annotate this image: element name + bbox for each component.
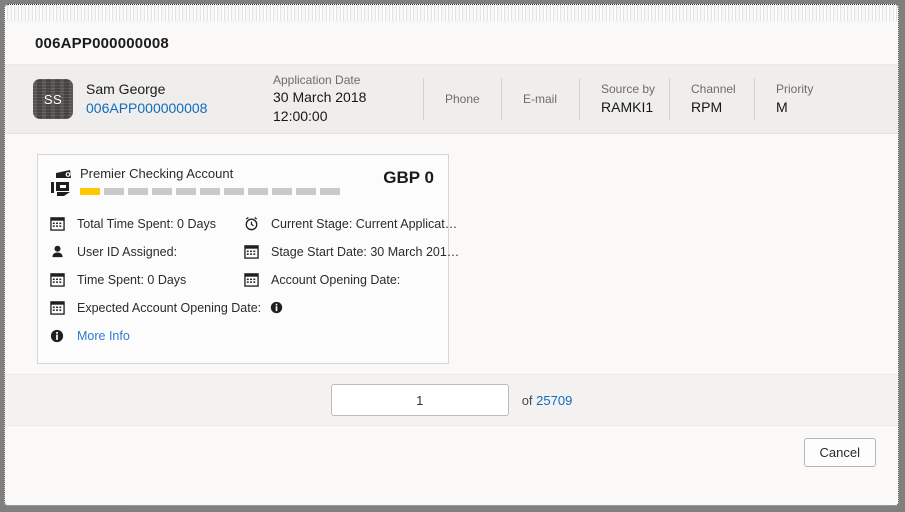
applicant-id-link[interactable]: 006APP000000008 [86, 99, 207, 118]
detail-text: Expected Account Opening Date: [77, 300, 262, 315]
info-icon [50, 329, 70, 343]
amount-value: GBP 0 [383, 168, 434, 187]
total-pages-link[interactable]: 25709 [536, 393, 572, 408]
detail-text: Current Stage: Current Applicat… [271, 216, 458, 231]
pagination-total: of 25709 [522, 393, 573, 408]
stage-progress-bar [80, 188, 375, 196]
product-name: Premier Checking Account [80, 166, 234, 181]
application-card[interactable]: Premier Checking Account GBP 0 Total Tim… [37, 154, 459, 364]
progress-segment-empty [200, 188, 220, 196]
cancel-button[interactable]: Cancel [803, 438, 876, 467]
detail-current-stage: Current Stage: Current Applicat… [244, 216, 459, 231]
calendar-icon [50, 216, 70, 231]
progress-segment-empty [104, 188, 124, 196]
progress-segment-empty [176, 188, 196, 196]
field-phone: Phone [423, 65, 501, 133]
of-label: of [521, 392, 533, 408]
detail-text: User ID Assigned: [77, 244, 178, 259]
detail-text: Stage Start Date: 30 March 201… [271, 244, 460, 259]
modal-title-bar: 006APP000000008 [5, 22, 898, 64]
field-label: Priority [776, 82, 814, 97]
field-value: RPM [691, 98, 723, 115]
progress-segment-empty [224, 188, 244, 196]
detail-account-opening-date: Account Opening Date: [244, 272, 459, 287]
field-label: Application Date [273, 73, 361, 88]
field-value: RAMKI1 [601, 98, 654, 115]
modal-body: Premier Checking Account GBP 0 Total Tim… [5, 134, 898, 374]
field-source-by: Source by RAMKI1 [579, 65, 669, 133]
progress-segment-filled [80, 188, 100, 196]
window-drag-strip[interactable] [5, 5, 898, 22]
progress-segment-empty [152, 188, 172, 196]
detail-text: Account Opening Date: [271, 272, 401, 287]
card-detail-grid: Total Time Spent: 0 Days Current Stage: … [50, 216, 459, 315]
avatar: SS [33, 79, 73, 119]
calendar-icon [50, 300, 70, 315]
calendar-icon [244, 272, 264, 287]
calendar-icon [244, 244, 264, 259]
info-icon[interactable] [270, 301, 283, 314]
field-label: Channel [691, 82, 736, 97]
field-email: E-mail [501, 65, 579, 133]
field-label: Source by [601, 82, 656, 97]
detail-text: Time Spent: 0 Days [77, 272, 187, 287]
detail-time-spent: Time Spent: 0 Days [50, 272, 244, 287]
detail-user-id-assigned: User ID Assigned: [50, 244, 244, 259]
progress-segment-empty [296, 188, 316, 196]
field-priority: Priority M [754, 65, 834, 133]
progress-segment-empty [272, 188, 292, 196]
alarm-clock-icon [244, 216, 264, 231]
calendar-icon [50, 272, 70, 287]
field-label: Phone [445, 91, 480, 106]
detail-total-time-spent: Total Time Spent: 0 Days [50, 216, 244, 231]
progress-segment-empty [248, 188, 268, 196]
page-title: 006APP000000008 [35, 34, 169, 52]
person-icon [50, 244, 70, 259]
page-number-input[interactable] [330, 384, 509, 416]
field-value: 30 March 2018 12:00:00 [273, 89, 367, 125]
application-detail-modal: 006APP000000008 SS Sam George 006APP0000… [4, 4, 899, 506]
more-info-link[interactable]: More Info [77, 329, 130, 343]
more-info-row[interactable]: More Info [50, 329, 434, 343]
wallet-icon [50, 167, 76, 202]
detail-stage-start-date: Stage Start Date: 30 March 201… [244, 244, 459, 259]
card-header: Premier Checking Account GBP 0 [50, 166, 434, 202]
progress-segment-empty [320, 188, 340, 196]
modal-footer: Cancel [5, 426, 898, 505]
applicant-name: Sam George [86, 81, 166, 98]
applicant-identity: SS Sam George 006APP000000008 [33, 65, 251, 133]
applicant-name-block: Sam George 006APP000000008 [86, 80, 207, 118]
field-application-date: Application Date 30 March 2018 12:00:00 [251, 65, 423, 133]
applicant-summary-band: SS Sam George 006APP000000008 Applicatio… [5, 64, 898, 134]
pagination-bar: of 25709 [5, 374, 898, 426]
card-product-block: Premier Checking Account [76, 166, 375, 196]
progress-segment-empty [128, 188, 148, 196]
field-value: M [776, 98, 788, 115]
field-channel: Channel RPM [669, 65, 754, 133]
detail-expected-account-opening-date: Expected Account Opening Date: [50, 300, 283, 315]
detail-text: Total Time Spent: 0 Days [77, 216, 216, 231]
field-label: E-mail [523, 91, 558, 106]
